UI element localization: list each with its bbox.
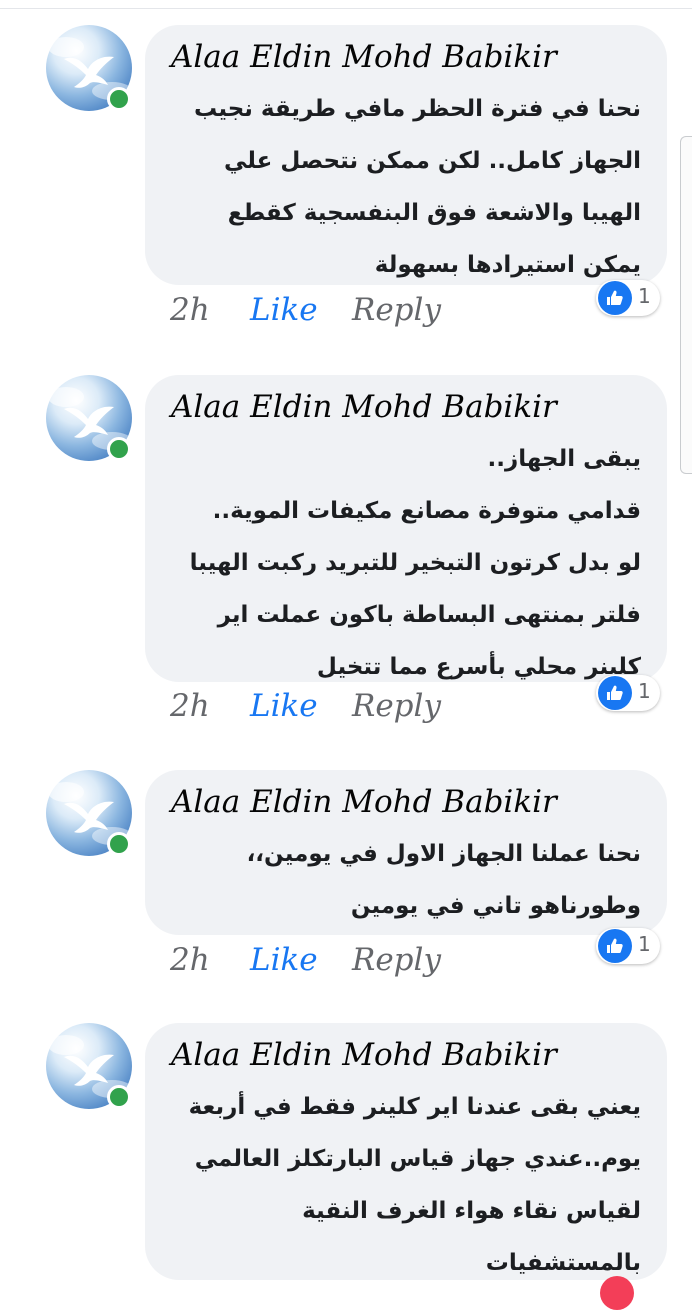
like-button[interactable]: Like xyxy=(250,686,318,726)
comment-line: وطورناهو تاني في يومين xyxy=(350,893,641,919)
comment-line: نحنا في فترة الحظر مافي طريقة نجيب xyxy=(193,96,641,122)
comment-text: يعني بقى عندنا اير كلينر فقط في أربعة يو… xyxy=(171,1081,641,1289)
reply-button[interactable]: Reply xyxy=(352,290,441,330)
comment-timestamp[interactable]: 2h xyxy=(170,290,210,330)
reaction-count: 1 xyxy=(638,679,651,703)
top-divider xyxy=(0,8,692,9)
online-status-dot xyxy=(107,87,131,111)
reply-button[interactable]: Reply xyxy=(352,686,441,726)
reaction-count: 1 xyxy=(638,284,651,308)
comment-text: نحنا في فترة الحظر مافي طريقة نجيب الجها… xyxy=(171,83,641,291)
comment-line: لقياس نقاء هواء الغرف النقية xyxy=(302,1198,641,1224)
comment-bubble[interactable]: Alaa Eldin Mohd Babikir يعني بقى عندنا ا… xyxy=(145,1023,667,1280)
comment-bubble[interactable]: Alaa Eldin Mohd Babikir نحنا عملنا الجها… xyxy=(145,770,667,935)
comment-author[interactable]: Alaa Eldin Mohd Babikir xyxy=(171,35,641,79)
comment-bubble[interactable]: Alaa Eldin Mohd Babikir يبقى الجهاز.. قد… xyxy=(145,375,667,682)
comment-line: يعني بقى عندنا اير كلينر فقط في أربعة xyxy=(188,1094,641,1120)
comment-line: نحنا عملنا الجهاز الاول في يومين،، xyxy=(246,841,641,867)
reaction-summary[interactable]: 1 xyxy=(596,928,660,964)
comment-author[interactable]: Alaa Eldin Mohd Babikir xyxy=(171,385,641,429)
comment-bubble[interactable]: Alaa Eldin Mohd Babikir نحنا في فترة الح… xyxy=(145,25,667,285)
comment-line: لو بدل كرتون التبخير للتبريد ركبت الهيبا xyxy=(189,550,641,576)
comment-line: بالمستشفيات xyxy=(485,1250,641,1276)
reaction-count: 1 xyxy=(638,932,651,956)
comment-text: يبقى الجهاز.. قدامي متوفرة مصانع مكيفات … xyxy=(171,433,641,693)
heart-icon xyxy=(600,1276,634,1310)
like-button[interactable]: Like xyxy=(250,290,318,330)
like-button[interactable]: Like xyxy=(250,940,318,980)
scrollbar[interactable] xyxy=(680,136,692,474)
reply-button[interactable]: Reply xyxy=(352,940,441,980)
comment-line: يمكن استيرادها بسهولة xyxy=(374,252,641,278)
online-status-dot xyxy=(107,832,131,856)
comment-author[interactable]: Alaa Eldin Mohd Babikir xyxy=(171,1033,641,1077)
comment-timestamp[interactable]: 2h xyxy=(170,940,210,980)
comment-author[interactable]: Alaa Eldin Mohd Babikir xyxy=(171,780,641,824)
comment-timestamp[interactable]: 2h xyxy=(170,686,210,726)
comment-line: يوم..عندي جهاز قياس البارتكلز العالمي xyxy=(194,1146,641,1172)
comment-line: يبقى الجهاز.. xyxy=(487,446,642,472)
comment-text: نحنا عملنا الجهاز الاول في يومين،، وطورن… xyxy=(171,828,641,932)
thumbs-up-icon xyxy=(598,676,632,710)
online-status-dot xyxy=(107,437,131,461)
comment-line: قدامي متوفرة مصانع مكيفات الموية.. xyxy=(212,498,641,524)
reaction-summary[interactable]: 1 xyxy=(596,675,660,711)
thumbs-up-icon xyxy=(598,281,632,315)
comment-line: الهيبا والاشعة فوق البنفسجية كقطع xyxy=(227,200,641,226)
comment-line: الجهاز كامل.. لكن ممكن نتحصل علي xyxy=(223,148,641,174)
comment-line: فلتر بمنتهى البساطة باكون عملت اير xyxy=(217,602,641,628)
thumbs-up-icon xyxy=(598,929,632,963)
reaction-summary[interactable]: 1 xyxy=(596,280,660,316)
online-status-dot xyxy=(107,1085,131,1109)
